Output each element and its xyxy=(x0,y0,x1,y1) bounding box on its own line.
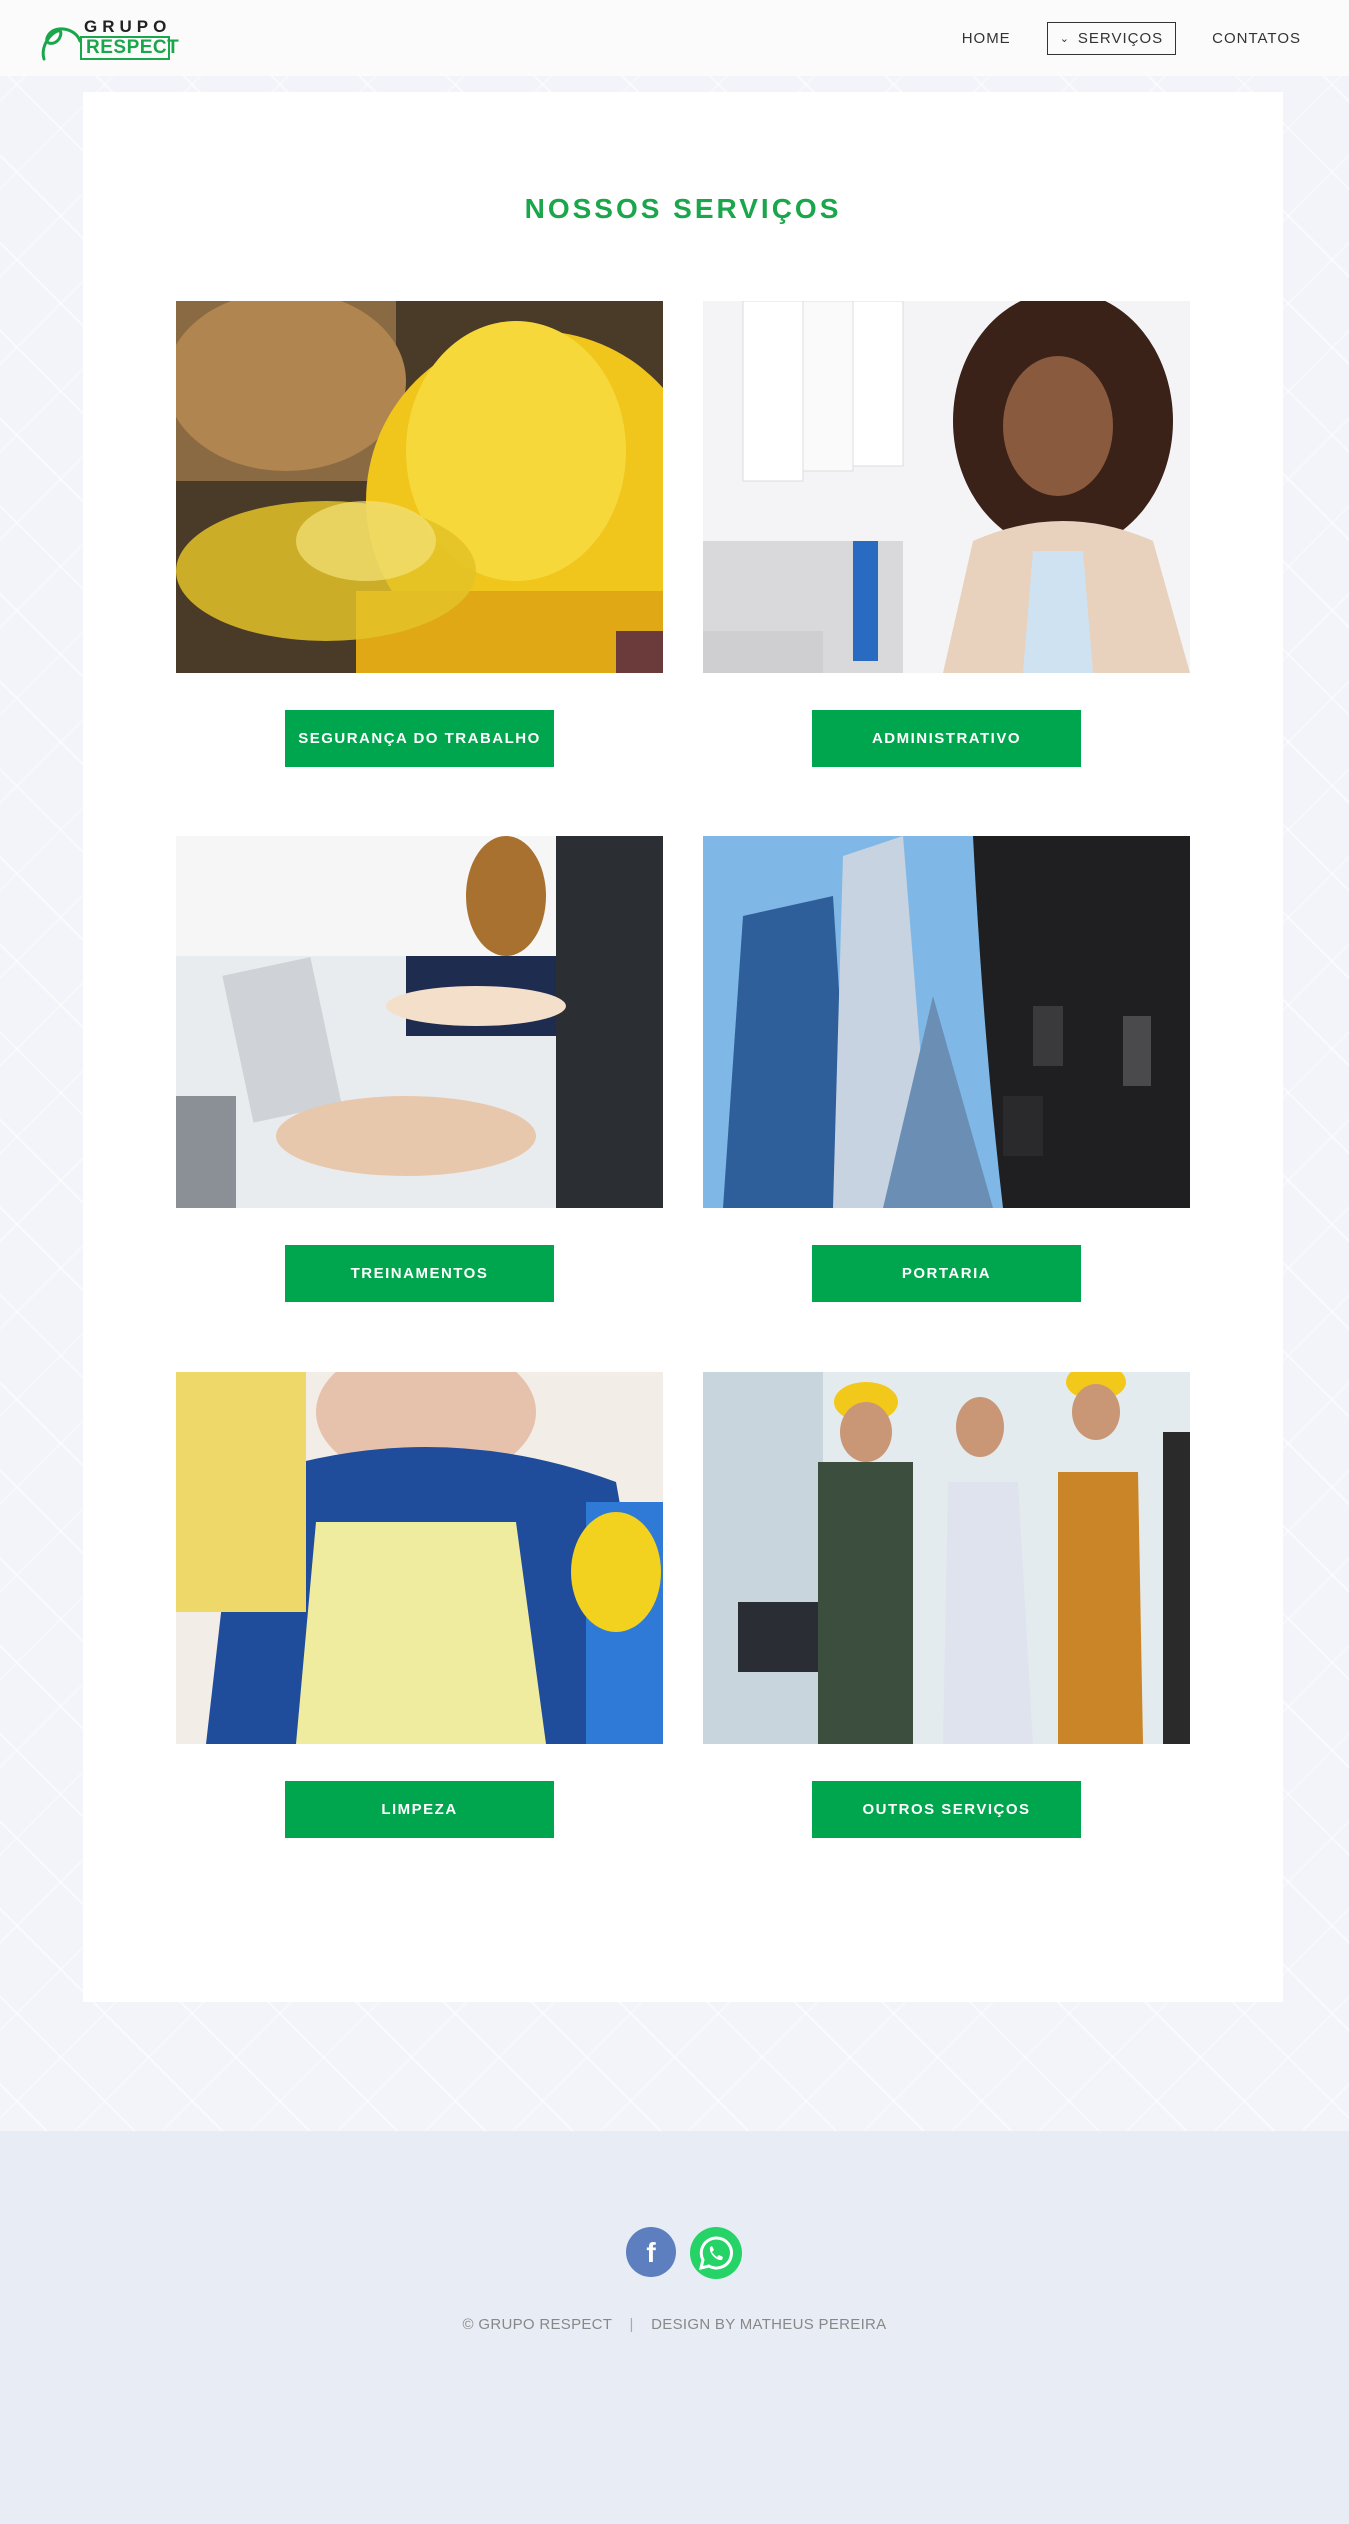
logo-swirl-icon xyxy=(41,27,82,61)
service-button-outros[interactable]: OUTROS SERVIÇOS xyxy=(812,1781,1081,1838)
facebook-icon[interactable]: f xyxy=(626,2227,676,2277)
service-button-treinamentos[interactable]: TREINAMENTOS xyxy=(285,1245,554,1302)
service-treinamentos: TREINAMENTOS xyxy=(176,836,663,1302)
logo-text-top: GRUPO xyxy=(84,17,172,36)
service-image-seguranca[interactable] xyxy=(176,301,663,673)
chevron-down-icon: ⌄ xyxy=(1059,32,1070,45)
nav-contatos[interactable]: CONTATOS xyxy=(1198,24,1315,53)
page-title: NOSSOS SERVIÇOS xyxy=(524,193,842,224)
service-image-portaria[interactable] xyxy=(703,836,1190,1208)
design-credit: DESIGN BY MATHEUS PEREIRA xyxy=(651,2316,887,2333)
main-nav: HOME ⌄ SERVIÇOS CONTATOS xyxy=(948,21,1315,55)
whatsapp-icon[interactable] xyxy=(690,2227,742,2279)
service-button-seguranca[interactable]: SEGURANÇA DO TRABALHO xyxy=(285,710,554,767)
nav-servicos[interactable]: ⌄ SERVIÇOS xyxy=(1046,21,1177,55)
service-button-administrativo[interactable]: ADMINISTRATIVO xyxy=(812,710,1081,767)
service-button-portaria[interactable]: PORTARIA xyxy=(812,1245,1081,1302)
service-administrativo: ADMINISTRATIVO xyxy=(703,301,1190,767)
site-footer: f © GRUPO RESPECT | DESIGN BY MATHEUS PE… xyxy=(0,2131,1349,2524)
service-button-limpeza[interactable]: LIMPEZA xyxy=(285,1781,554,1838)
service-outros: OUTROS SERVIÇOS xyxy=(703,1372,1190,1838)
social-links: f xyxy=(626,2227,742,2279)
service-limpeza: LIMPEZA xyxy=(176,1372,663,1838)
site-header: GRUPO RESPECT HOME ⌄ SERVIÇOS CONTATOS xyxy=(0,0,1349,76)
services-card: NOSSOS SERVIÇOS SEGURANÇA DO TRABALHO AD… xyxy=(83,92,1283,2002)
logo[interactable]: GRUPO RESPECT xyxy=(36,15,179,61)
nav-servicos-label: SERVIÇOS xyxy=(1077,29,1164,47)
service-image-administrativo[interactable] xyxy=(703,301,1190,673)
service-image-outros[interactable] xyxy=(703,1372,1190,1744)
service-image-treinamentos[interactable] xyxy=(176,836,663,1208)
service-image-limpeza[interactable] xyxy=(176,1372,663,1744)
service-seguranca: SEGURANÇA DO TRABALHO xyxy=(176,301,663,767)
nav-home[interactable]: HOME xyxy=(948,24,1025,53)
service-portaria: PORTARIA xyxy=(703,836,1190,1302)
footer-copyright-line: © GRUPO RESPECT | DESIGN BY MATHEUS PERE… xyxy=(0,2316,1349,2333)
footer-separator: | xyxy=(629,2316,634,2333)
copyright-text: © GRUPO RESPECT xyxy=(462,2316,612,2333)
logo-text-bottom: RESPECT xyxy=(80,36,179,60)
